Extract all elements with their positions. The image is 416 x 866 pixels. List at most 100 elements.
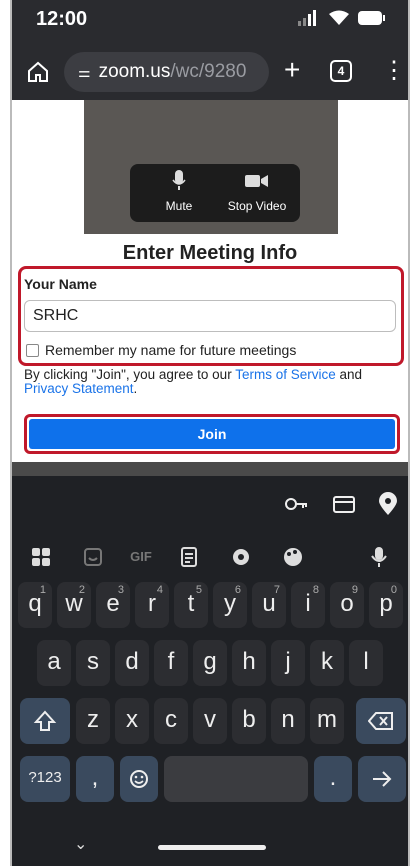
shift-key[interactable] <box>20 698 70 744</box>
url-path: /wc/9280 <box>170 61 247 82</box>
name-input[interactable] <box>24 300 396 332</box>
key-w-hint: 2 <box>78 584 85 596</box>
key-w[interactable]: w2 <box>57 582 91 628</box>
key-q[interactable]: q1 <box>18 582 52 628</box>
key-y[interactable]: y6 <box>213 582 247 628</box>
key-q-hint: 1 <box>39 584 46 596</box>
legal-prefix: By clicking "Join", you agree to our <box>24 367 236 382</box>
arrow-right-icon <box>373 771 392 787</box>
key-f[interactable]: f <box>154 640 188 686</box>
key-l[interactable]: l <box>349 640 383 686</box>
home-icon[interactable] <box>26 60 50 84</box>
page-bottom <box>12 462 408 476</box>
mute-button[interactable]: Mute <box>144 170 214 213</box>
mic-icon <box>172 170 186 190</box>
keyboard-row-2: asdfghjkl <box>12 640 408 692</box>
address-bar[interactable]: ⚌ zoom.us/wc/9280 <box>64 52 269 92</box>
key-t[interactable]: t5 <box>174 582 208 628</box>
key-a[interactable]: a <box>37 640 71 686</box>
settings-icon[interactable] <box>226 542 256 572</box>
shift-icon <box>33 710 57 731</box>
comma-key[interactable]: , <box>76 756 114 802</box>
space-key[interactable] <box>164 756 308 802</box>
key-i-hint: 8 <box>312 584 319 596</box>
status-bar: 12:00 <box>12 0 408 44</box>
keyboard-toolbar: GIF <box>12 538 408 578</box>
stop-video-label: Stop Video <box>227 199 287 213</box>
remember-option[interactable]: Remember my name for future meetings <box>26 342 296 358</box>
privacy-link[interactable]: Privacy Statement <box>24 381 134 396</box>
key-r[interactable]: r4 <box>135 582 169 628</box>
mic-icon[interactable] <box>364 542 394 572</box>
mute-label: Mute <box>165 199 193 213</box>
key-x[interactable]: x <box>115 698 149 744</box>
wifi-icon <box>329 10 349 25</box>
key-icon[interactable] <box>282 490 310 518</box>
battery-icon <box>358 11 385 25</box>
browser-toolbar: ⚌ zoom.us/wc/9280 + 4 ⋮ <box>12 44 408 100</box>
new-tab-icon[interactable]: + <box>284 54 300 86</box>
join-button[interactable]: Join <box>29 419 395 449</box>
form-title: Enter Meeting Info <box>122 242 298 264</box>
backspace-icon <box>367 712 393 730</box>
hide-keyboard-icon[interactable]: ⌄ <box>74 834 87 854</box>
key-p[interactable]: p0 <box>369 582 403 628</box>
key-o-hint: 9 <box>351 584 358 596</box>
emoji-icon <box>130 770 148 788</box>
period-key[interactable]: . <box>314 756 352 802</box>
video-camera-icon <box>245 175 268 187</box>
key-h[interactable]: h <box>232 640 266 686</box>
keyboard-row-3: zxcvbnm <box>12 698 408 750</box>
backspace-key[interactable] <box>356 698 406 744</box>
status-icons <box>298 10 386 26</box>
remember-label: Remember my name for future meetings <box>45 342 297 358</box>
site-settings-icon[interactable]: ⚌ <box>78 64 91 81</box>
key-u[interactable]: u7 <box>252 582 286 628</box>
key-u-hint: 7 <box>273 584 280 596</box>
key-b[interactable]: b <box>232 698 266 744</box>
key-s[interactable]: s <box>76 640 110 686</box>
remember-checkbox[interactable] <box>26 343 39 357</box>
status-time: 12:00 <box>36 8 88 30</box>
autofill-bar <box>12 486 408 526</box>
clipboard-icon[interactable] <box>174 542 204 572</box>
key-o[interactable]: o9 <box>330 582 364 628</box>
emoji-key[interactable] <box>120 756 158 802</box>
key-i[interactable]: i8 <box>291 582 325 628</box>
key-e-hint: 3 <box>117 584 124 596</box>
key-g[interactable]: g <box>193 640 227 686</box>
key-p-hint: 0 <box>390 584 397 596</box>
key-n[interactable]: n <box>271 698 305 744</box>
keyboard: GIF q1w2e3r4t5y6u7i8o9p0 asdfghjkl zxcvb… <box>12 476 408 866</box>
key-d[interactable]: d <box>115 640 149 686</box>
key-v[interactable]: v <box>193 698 227 744</box>
key-j[interactable]: j <box>271 640 305 686</box>
home-indicator <box>158 845 266 850</box>
apps-icon[interactable] <box>26 542 56 572</box>
name-label: Your Name <box>24 276 97 292</box>
location-icon[interactable] <box>374 490 402 518</box>
legal-and: and <box>335 367 363 382</box>
enter-key[interactable] <box>358 756 406 802</box>
stop-video-button[interactable]: Stop Video <box>222 170 292 213</box>
key-k[interactable]: k <box>310 640 344 686</box>
key-r-hint: 4 <box>156 584 163 596</box>
more-menu-icon[interactable]: ⋮ <box>382 56 406 86</box>
key-e[interactable]: e3 <box>96 582 130 628</box>
key-z[interactable]: z <box>76 698 110 744</box>
key-m[interactable]: m <box>310 698 344 744</box>
gif-button[interactable]: GIF <box>126 542 156 572</box>
terms-link[interactable]: Terms of Service <box>235 367 336 382</box>
tab-switcher-button[interactable]: 4 <box>330 60 352 82</box>
symbols-key[interactable]: ?123 <box>20 756 70 802</box>
signal-icon <box>298 10 316 26</box>
card-icon[interactable] <box>330 490 358 518</box>
keyboard-row-1: q1w2e3r4t5y6u7i8o9p0 <box>12 582 408 634</box>
meeting-form: Enter Meeting Info Your Name Remember my… <box>12 234 408 462</box>
palette-icon[interactable] <box>278 542 308 572</box>
key-c[interactable]: c <box>154 698 188 744</box>
sticker-icon[interactable] <box>78 542 108 572</box>
keyboard-row-4: ?123 , . <box>12 756 408 808</box>
video-preview: Mute Stop Video <box>12 100 408 234</box>
video-controls: Mute Stop Video <box>130 164 300 222</box>
